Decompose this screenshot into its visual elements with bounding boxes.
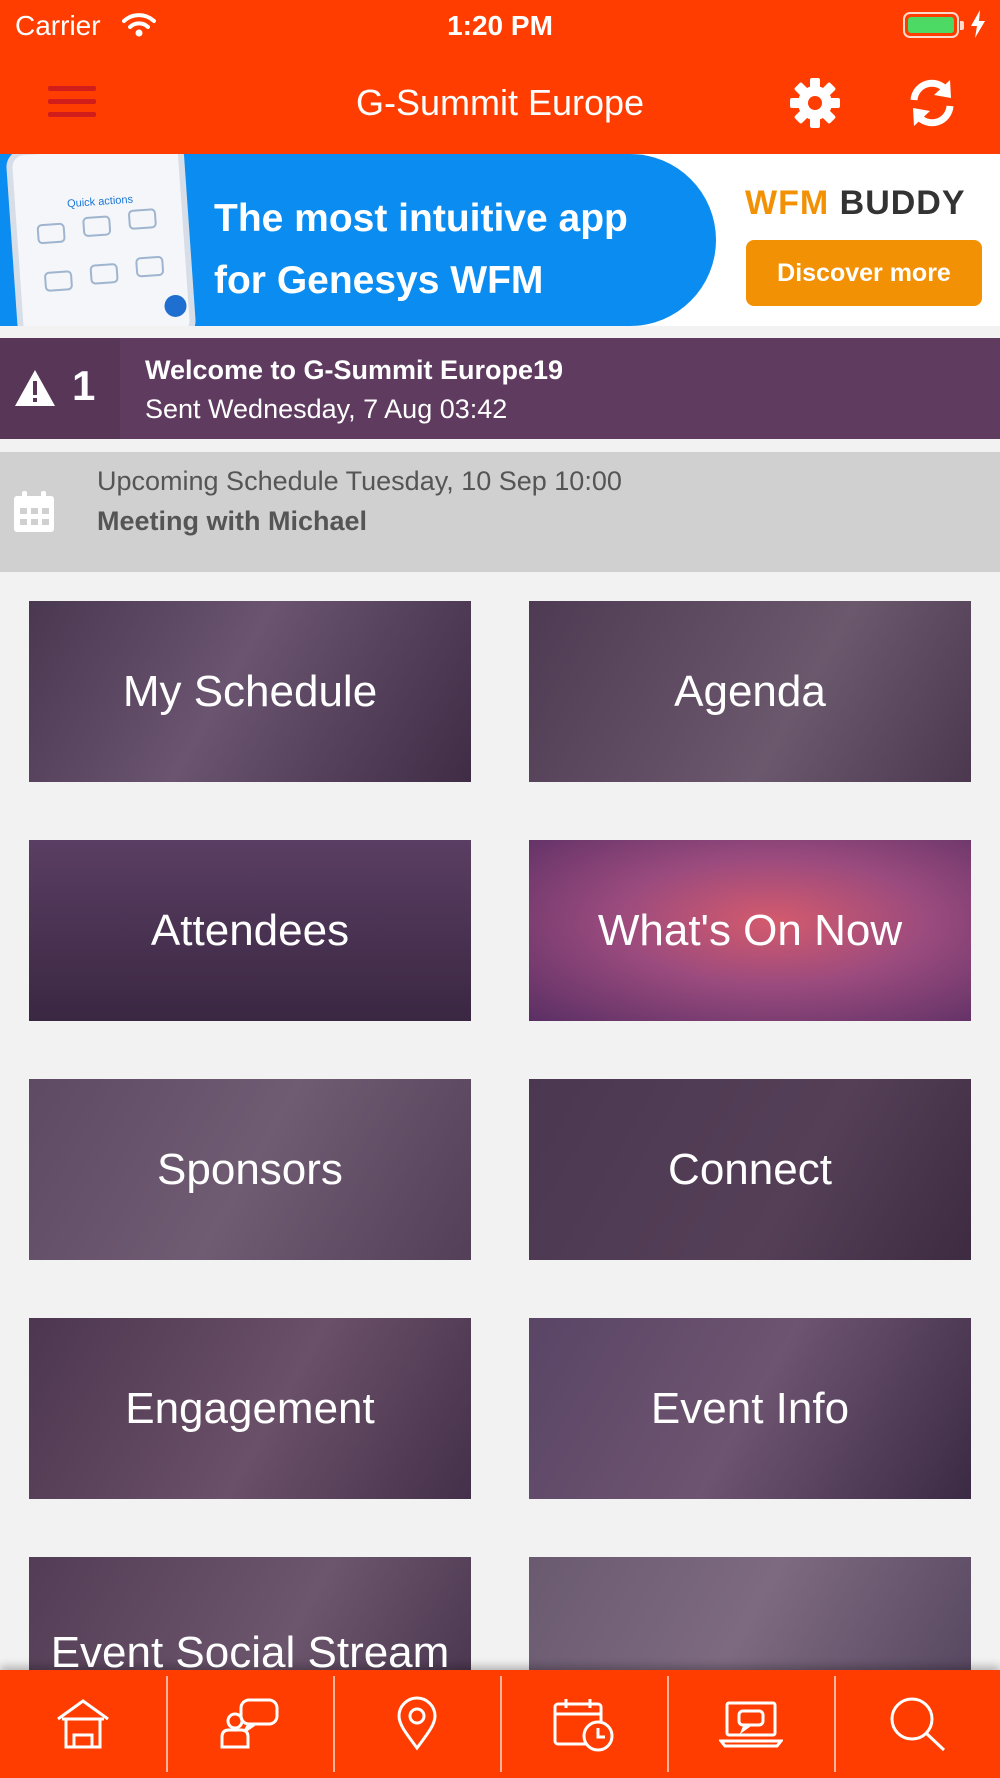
calendar-icon bbox=[12, 490, 56, 539]
nav-bar: G-Summit Europe bbox=[0, 52, 1000, 154]
ad-banner[interactable]: Quick actions The most intuitive app for… bbox=[0, 154, 1000, 326]
alert-count: 1 bbox=[72, 362, 96, 409]
alert-subtitle: Sent Wednesday, 7 Aug 03:42 bbox=[145, 394, 508, 424]
tile-attendees[interactable]: Attendees bbox=[29, 840, 471, 1021]
refresh-icon[interactable] bbox=[904, 76, 960, 130]
tile-label: Attendees bbox=[150, 906, 350, 955]
charging-bolt-icon bbox=[970, 10, 986, 43]
brand-logo: WFM BUDDY bbox=[745, 184, 966, 223]
phone-quick-actions-text: Quick actions bbox=[66, 193, 134, 211]
tile-whats-on-now[interactable]: What's On Now bbox=[529, 840, 971, 1021]
tile-label: Engagement bbox=[125, 1384, 375, 1433]
tile-label: Agenda bbox=[674, 667, 826, 716]
warning-icon bbox=[13, 368, 57, 413]
upcoming-title: Meeting with Michael bbox=[97, 506, 368, 536]
alert-title: Welcome to G-Summit Europe19 bbox=[145, 355, 564, 385]
discover-more-button[interactable]: Discover more bbox=[746, 240, 982, 306]
phone-mockup-image: Quick actions bbox=[5, 154, 197, 326]
page-title: G-Summit Europe bbox=[355, 82, 645, 123]
tile-label: Connect bbox=[668, 1145, 832, 1194]
alert-notification[interactable]: 1 Welcome to G-Summit Europe19 Sent Wedn… bbox=[0, 338, 1000, 439]
banner-headline: The most intuitive app for Genesys WFM bbox=[214, 188, 628, 312]
settings-gear-icon[interactable] bbox=[788, 76, 842, 130]
tile-label: Event Social Stream bbox=[50, 1628, 450, 1677]
chat-person-icon[interactable] bbox=[167, 1670, 333, 1778]
tile-label: My Schedule bbox=[122, 667, 378, 716]
search-icon[interactable] bbox=[835, 1670, 1000, 1778]
brand-logo-wfm: WFM bbox=[745, 184, 830, 222]
location-pin-icon[interactable] bbox=[334, 1670, 500, 1778]
status-bar: Carrier 1:20 PM bbox=[0, 0, 1000, 52]
banner-headline-line2: for Genesys WFM bbox=[214, 259, 544, 302]
upcoming-schedule[interactable]: Upcoming Schedule Tuesday, 10 Sep 10:00 … bbox=[0, 452, 1000, 572]
battery-icon bbox=[903, 12, 964, 38]
tile-sponsors[interactable]: Sponsors bbox=[29, 1079, 471, 1260]
tile-event-social-stream[interactable]: Event Social Stream bbox=[29, 1557, 471, 1677]
banner-headline-line1: The most intuitive app bbox=[214, 197, 628, 240]
home-icon[interactable] bbox=[0, 1670, 166, 1778]
tile-event-info[interactable]: Event Info bbox=[529, 1318, 971, 1499]
laptop-chat-icon[interactable] bbox=[668, 1670, 834, 1778]
tile-label: Sponsors bbox=[157, 1145, 343, 1194]
tile-partial[interactable] bbox=[529, 1557, 971, 1677]
brand-logo-buddy: BUDDY bbox=[839, 184, 966, 222]
calendar-clock-icon[interactable] bbox=[501, 1670, 667, 1778]
bottom-tab-bar bbox=[0, 1670, 1000, 1778]
clock: 1:20 PM bbox=[447, 10, 553, 41]
tile-label: Event Info bbox=[650, 1384, 850, 1433]
tile-agenda[interactable]: Agenda bbox=[529, 601, 971, 782]
tile-my-schedule[interactable]: My Schedule bbox=[29, 601, 471, 782]
tile-label: What's On Now bbox=[597, 906, 903, 955]
tile-engagement[interactable]: Engagement bbox=[29, 1318, 471, 1499]
upcoming-when: Upcoming Schedule Tuesday, 10 Sep 10:00 bbox=[97, 466, 622, 496]
tile-connect[interactable]: Connect bbox=[529, 1079, 971, 1260]
